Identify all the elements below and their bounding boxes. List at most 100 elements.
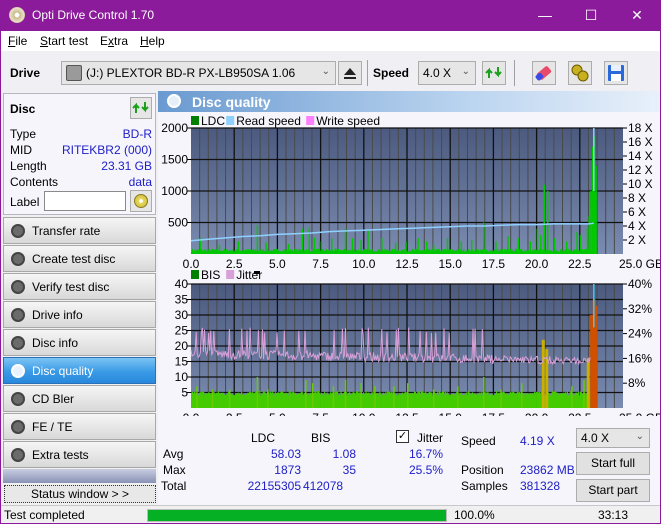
x-tick-label: 22.5 <box>568 411 592 416</box>
maximize-button[interactable]: ☐ <box>568 0 614 31</box>
nav-transfer-rate[interactable]: Transfer rate <box>3 217 156 244</box>
refresh-button[interactable] <box>482 61 506 85</box>
ldc-spike <box>432 244 435 254</box>
y2-tick-label: 8% <box>628 376 646 390</box>
drive-icon <box>66 65 82 81</box>
refresh-icon <box>132 102 149 113</box>
ldc-spike <box>313 237 316 254</box>
drive-info-icon <box>11 308 25 322</box>
y2-tick-label: 18 X <box>628 121 653 135</box>
nav-label: Extra tests <box>32 448 89 462</box>
legend-swatch <box>226 270 235 279</box>
speed-stat-value: 4.19 X <box>520 434 555 448</box>
create-disc-icon <box>11 252 25 266</box>
menu-extra-pre: E <box>100 34 109 48</box>
y-tick-label: 35 <box>175 293 189 307</box>
ldc-spike <box>470 240 473 254</box>
extra-tests-icon <box>11 448 25 462</box>
menu-file[interactable]: File <box>8 34 27 48</box>
nav-label: Disc info <box>32 336 79 350</box>
settings-button[interactable] <box>568 61 592 85</box>
chevron-down-icon: ⌄ <box>321 66 330 77</box>
disc-mid-value: RITEKBR2 (000) <box>61 143 152 157</box>
ldc-chart: 5001000150020000.0 2.5 5.0 7.5 10.0 12.5 15.0 1… <box>161 114 660 274</box>
eject-icon <box>344 68 356 79</box>
app-disc-icon <box>9 7 25 23</box>
ldc-spike <box>529 241 532 254</box>
start-part-button[interactable]: Start part <box>576 479 650 502</box>
menu-help[interactable]: Help <box>140 34 165 48</box>
close-button[interactable]: ✕ <box>614 0 660 31</box>
nav-cd-bler[interactable]: CD Bler <box>3 385 156 412</box>
ldc-spike <box>394 242 397 254</box>
toolbar-separator <box>514 60 515 86</box>
speed-select[interactable]: 4.0 X ⌄ <box>418 61 476 85</box>
bis-spike <box>332 386 335 408</box>
eject-button[interactable] <box>338 61 362 85</box>
legend-label: Jitter <box>236 268 262 282</box>
disc-label-input[interactable] <box>44 191 126 211</box>
fe-te-icon <box>11 420 25 434</box>
bis-spike <box>360 383 362 408</box>
left-panel: Disc Type BD-R MID RITEKBR2 (000) Length 23… <box>1 91 158 505</box>
bis-spike <box>407 383 409 408</box>
nav-verify-test-disc[interactable]: Verify test disc <box>3 273 156 300</box>
stats-max-ldc: 1873 <box>274 463 301 477</box>
nav-fe-te[interactable]: FE / TE <box>3 413 156 440</box>
erase-icon <box>535 66 552 81</box>
erase-button[interactable] <box>532 61 556 85</box>
start-full-button[interactable]: Start full <box>576 452 650 475</box>
x-tick-label: 5.0 <box>269 411 286 416</box>
elapsed-time: 33:13 <box>598 508 629 522</box>
drive-select[interactable]: (J:) PLEXTOR BD-R PX-LB950SA 1.06 ⌄ <box>61 61 336 85</box>
status-window-button[interactable]: Status window > > <box>4 485 156 503</box>
ldc-spike <box>565 241 568 254</box>
bis-spike <box>521 383 523 408</box>
ldc-spike <box>553 238 556 254</box>
disc-icon <box>134 194 148 208</box>
y2-tick-label: 10 X <box>628 177 653 191</box>
ldc-spike <box>237 241 240 254</box>
test-speed-select[interactable]: 4.0 X ⌄ <box>576 428 650 448</box>
samples-value: 381328 <box>520 479 561 493</box>
disc-info-box: Disc Type BD-R MID RITEKBR2 (000) Length 23… <box>3 93 156 215</box>
menu-extra[interactable]: Extra <box>100 34 128 48</box>
nav-extra-tests[interactable]: Extra tests <box>3 441 156 468</box>
disc-length-value: 23.31 GB <box>101 159 152 173</box>
nav-create-test-disc[interactable]: Create test disc <box>3 245 156 272</box>
y-tick-label: 25 <box>175 324 189 338</box>
y-tick-label: 2000 <box>161 121 188 135</box>
title-bar: Opti Drive Control 1.70 — ☐ ✕ <box>1 0 660 31</box>
cd-bler-icon <box>11 392 25 406</box>
disc-quality-icon <box>11 364 25 378</box>
ldc-spike <box>507 236 509 254</box>
nav-label: Transfer rate <box>32 224 101 238</box>
disc-contents-value: data <box>128 175 152 189</box>
nav-label: Create test disc <box>32 252 116 266</box>
refresh-icon <box>485 67 502 78</box>
menu-file-label: ile <box>15 34 28 48</box>
bis-spike <box>256 377 259 408</box>
speed-select-value: 4.0 X <box>423 66 452 80</box>
minimize-button[interactable]: — <box>522 0 568 31</box>
nav-drive-info[interactable]: Drive info <box>3 301 156 328</box>
ldc-spike <box>287 243 290 254</box>
y2-tick-label: 14 X <box>628 149 653 163</box>
stats-header-ldc: LDC <box>251 431 276 445</box>
disc-contents-key: Contents <box>10 175 59 189</box>
stats-avg-bis: 1.08 <box>332 447 356 461</box>
stats-total-label: Total <box>161 479 187 493</box>
disc-refresh-button[interactable] <box>130 97 152 119</box>
transfer-rate-icon <box>11 224 25 238</box>
save-button[interactable] <box>604 61 628 85</box>
y2-tick-label: 8 X <box>628 191 646 205</box>
bis-spike <box>594 305 598 408</box>
drive-label: Drive <box>10 66 41 80</box>
jitter-checkbox[interactable]: ✓ <box>396 430 409 443</box>
y2-tick-label: 6 X <box>628 205 646 219</box>
disc-label-button[interactable] <box>130 190 152 212</box>
nav-disc-info[interactable]: Disc info <box>3 329 156 356</box>
nav-disc-quality[interactable]: Disc quality <box>3 357 156 384</box>
menu-start-test[interactable]: Start test <box>40 34 88 48</box>
y2-tick-label: 4 X <box>628 219 646 233</box>
